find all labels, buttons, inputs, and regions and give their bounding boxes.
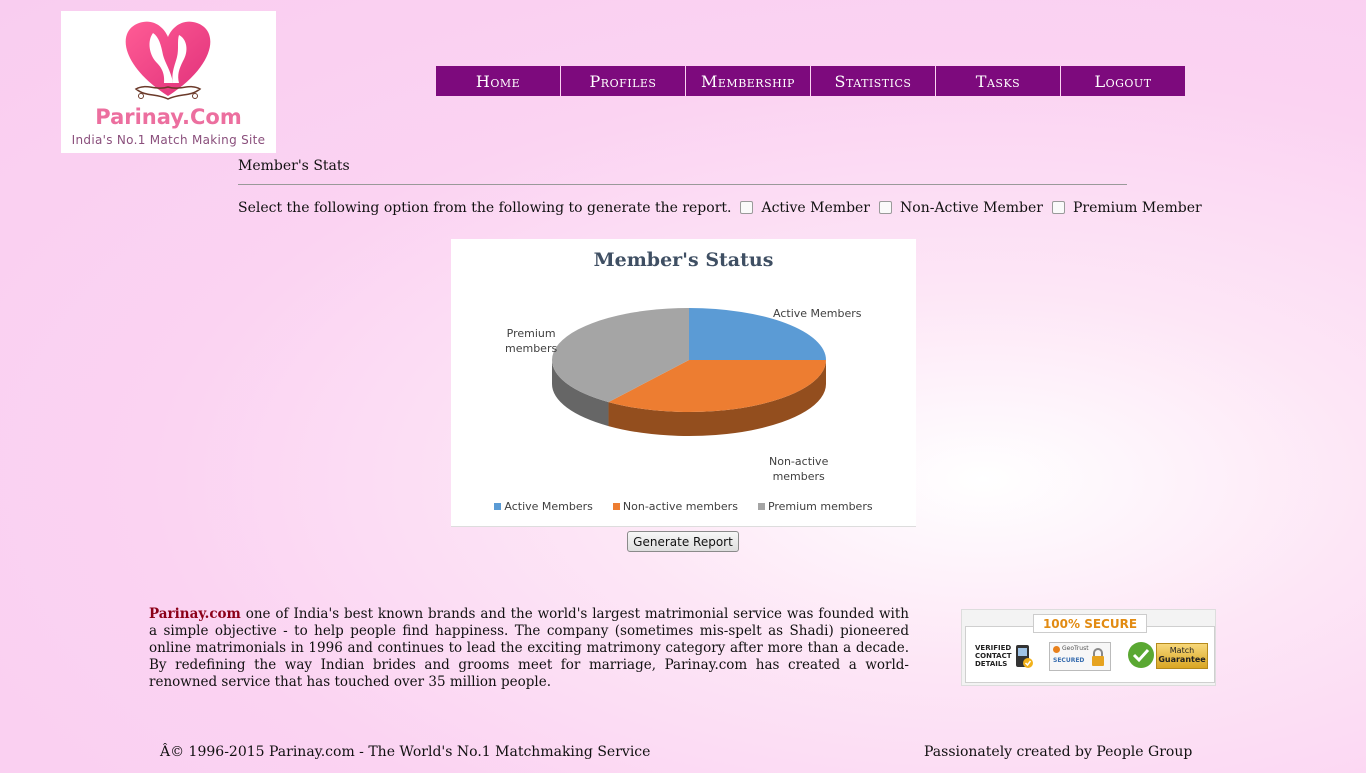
heart-couple-icon [125,21,211,100]
about-paragraph: Parinay.com one of India's best known br… [149,606,909,691]
geotrust-badge: GeoTrust SECURED [1049,642,1111,671]
geotrust-logo-icon [1053,646,1060,653]
footer-copyright: Â© 1996-2015 Parinay.com - The World's N… [160,744,651,760]
active-member-label[interactable]: Active Member [761,200,870,216]
member-status-chart: Member's Status Active Members Non-activ… [451,239,916,527]
chart-legend: Active Members Non-active members Premiu… [451,500,916,513]
legend-swatch-premium [757,503,765,510]
about-text: one of India's best known brands and the… [149,606,909,690]
slice-label-active: Active Members [773,307,862,320]
nav-tasks[interactable]: Tasks [936,66,1060,96]
secure-heading: 100% SECURE [1033,614,1147,633]
active-member-checkbox[interactable] [740,200,754,214]
nav-statistics[interactable]: Statistics [811,66,935,96]
nav-profiles[interactable]: Profiles [561,66,685,96]
non-active-member-label[interactable]: Non-Active Member [900,200,1043,216]
page-title: Member's Stats [238,158,350,174]
checkmark-icon [1128,642,1154,668]
slice-label-premium: Premium members [505,327,558,355]
legend-swatch-non-active [612,503,620,510]
nav-membership[interactable]: Membership [686,66,810,96]
report-options: Select the following option from the fol… [238,200,1202,216]
pie-chart [552,308,826,436]
logo-name: Parinay.Com [95,105,242,129]
legend-item-premium: Premium members [757,500,873,513]
title-divider [238,184,1127,185]
nav-logout[interactable]: Logout [1061,66,1185,96]
options-prompt: Select the following option from the fol… [238,200,732,216]
nav-home[interactable]: Home [436,66,560,96]
legend-swatch-active [494,503,502,510]
legend-item-active: Active Members [494,500,593,513]
footer-credit: Passionately created by People Group [924,744,1193,760]
premium-member-checkbox[interactable] [1051,200,1065,214]
non-active-member-checkbox[interactable] [879,200,893,214]
generate-report-button[interactable]: Generate Report [627,531,739,552]
verified-contact-badge: VERIFIED CONTACT DETAILS [975,644,1012,668]
site-logo[interactable]: Parinay.Com India's No.1 Match Making Si… [61,11,276,153]
phone-icon [1016,645,1033,668]
padlock-icon [1092,648,1104,666]
premium-member-label[interactable]: Premium Member [1073,200,1202,216]
brand-name: Parinay.com [149,606,241,622]
logo-tagline: India's No.1 Match Making Site [71,133,266,147]
legend-item-non-active: Non-active members [612,500,738,513]
match-guarantee-badge: Match Guarantee [1156,643,1208,669]
secure-badge: VERIFIED CONTACT DETAILS GeoTrust SECURED … [961,609,1216,686]
secure-badge-panel: VERIFIED CONTACT DETAILS GeoTrust SECURED … [965,626,1215,683]
slice-label-non-active: Non-active members [769,455,829,483]
main-nav: Home Profiles Membership Statistics Task… [436,66,1186,96]
